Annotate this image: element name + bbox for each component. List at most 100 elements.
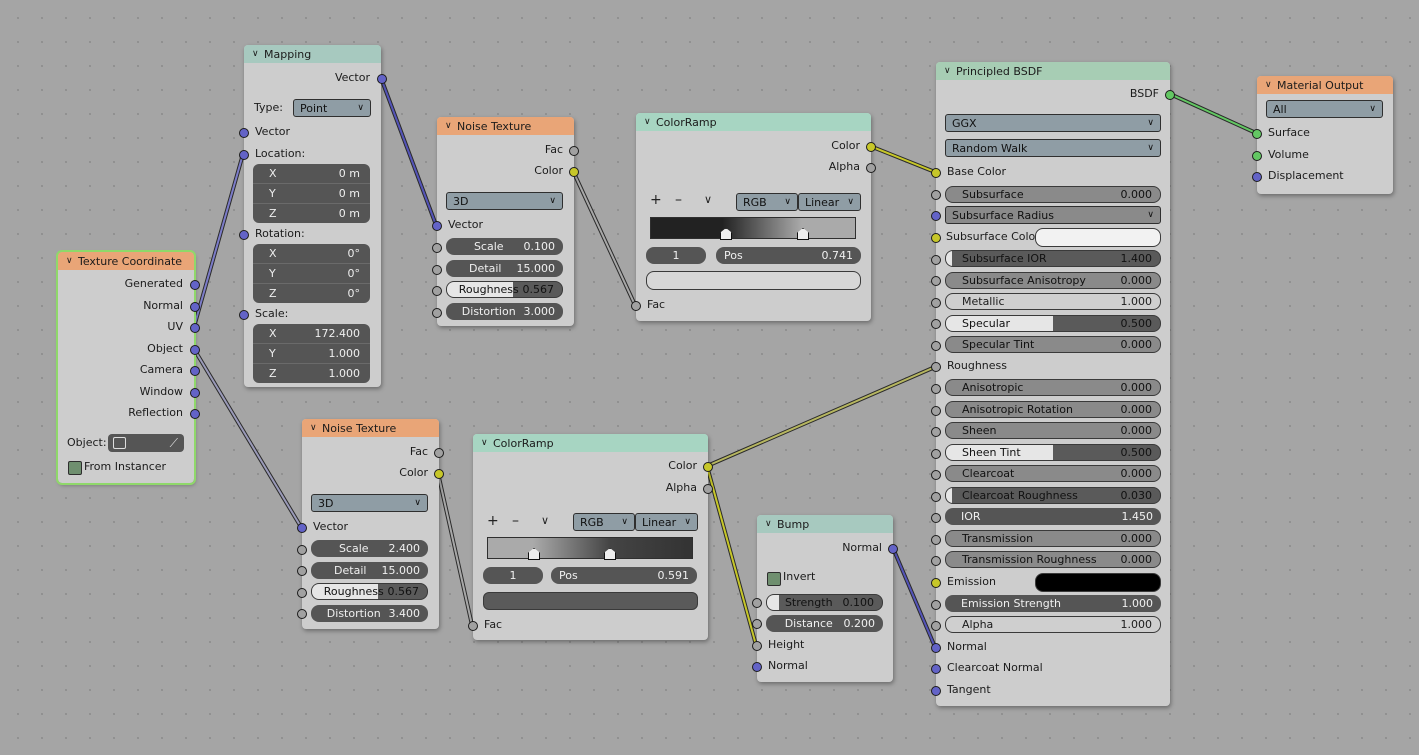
socket-bsdf-out[interactable] <box>1165 90 1175 100</box>
roughness-field[interactable]: Roughness 0.567 <box>446 281 563 298</box>
socket-tangent[interactable] <box>931 686 941 696</box>
socket-noise1-fac[interactable] <box>569 146 579 156</box>
socket-noise1-detail[interactable] <box>432 265 442 275</box>
rotation-z[interactable]: Z 0° <box>253 284 370 303</box>
socket-anisotropic[interactable] <box>931 384 941 394</box>
socket-noise2-color[interactable] <box>434 469 444 479</box>
active-stop-index[interactable]: 1 <box>646 247 706 264</box>
strength-field[interactable]: Strength 0.100 <box>766 594 883 611</box>
rotation-fields[interactable]: X 0° Y 0° Z 0° <box>253 244 370 303</box>
ramp-menu-chevron-icon[interactable]: ∨ <box>704 193 712 206</box>
remove-stop-icon[interactable]: – <box>512 513 519 529</box>
socket-noise1-scale[interactable] <box>432 243 442 253</box>
stop-position-field[interactable]: Pos 0.591 <box>551 567 697 584</box>
socket-emission[interactable] <box>931 578 941 588</box>
socket-displacement[interactable] <box>1252 172 1262 182</box>
subsurface-radius-select[interactable]: Subsurface Radius ∨ <box>945 206 1161 224</box>
socket-bump-strength[interactable] <box>752 598 762 608</box>
socket-transmission-roughness[interactable] <box>931 556 941 566</box>
color-ramp-gradient[interactable] <box>650 217 856 240</box>
colorramp-node-2[interactable]: ∨ ColorRamp Color Alpha + – ∨ RGB ∨ Linear… <box>473 434 708 640</box>
eyedropper-icon[interactable]: ⟋ <box>170 436 178 451</box>
transmission-field[interactable]: Transmission 0.000 <box>945 530 1161 547</box>
socket-noise1-distortion[interactable] <box>432 308 442 318</box>
socket-noise2-scale[interactable] <box>297 545 307 555</box>
socket-subsurface-color[interactable] <box>931 233 941 243</box>
socket-bump-normal-out[interactable] <box>888 544 898 554</box>
invert-checkbox[interactable] <box>767 572 781 586</box>
socket-alpha[interactable] <box>931 621 941 631</box>
location-x[interactable]: X0 m <box>253 164 370 184</box>
dimensions-select[interactable]: 3D ∨ <box>446 192 563 210</box>
socket-uv[interactable] <box>190 323 200 333</box>
location-fields[interactable]: X0 m Y0 m Z0 m <box>253 164 370 223</box>
socket-base-color[interactable] <box>931 168 941 178</box>
active-stop-index[interactable]: 1 <box>483 567 543 584</box>
socket-clearcoat[interactable] <box>931 470 941 480</box>
mapping-node[interactable]: ∨ Mapping Vector Type: Point ∨ Vector Loca… <box>244 45 381 387</box>
anisotropic-field[interactable]: Anisotropic 0.000 <box>945 379 1161 396</box>
socket-ramp2-color[interactable] <box>703 462 713 472</box>
rotation-y[interactable]: Y 0° <box>253 264 370 284</box>
sheen-field[interactable]: Sheen 0.000 <box>945 422 1161 439</box>
stop-color-swatch[interactable] <box>646 271 861 290</box>
subsurface-field[interactable]: Subsurface 0.000 <box>945 186 1161 203</box>
add-stop-icon[interactable]: + <box>650 192 662 208</box>
socket-ramp1-color[interactable] <box>866 142 876 152</box>
distribution-select[interactable]: GGX ∨ <box>945 114 1161 132</box>
roughness-field[interactable]: Roughness 0.567 <box>311 583 428 600</box>
socket-noise1-color[interactable] <box>569 167 579 177</box>
scale-y[interactable]: Y 1.000 <box>253 344 370 364</box>
socket-bump-normal-in[interactable] <box>752 662 762 672</box>
collapse-chevron-icon[interactable]: ∨ <box>66 256 78 266</box>
socket-bump-distance[interactable] <box>752 619 762 629</box>
socket-noise2-distortion[interactable] <box>297 609 307 619</box>
clearcoat-roughness-field[interactable]: Clearcoat Roughness 0.030 <box>945 487 1161 504</box>
socket-reflection[interactable] <box>190 409 200 419</box>
noise-texture-node-2[interactable]: ∨ Noise Texture Fac Color 3D ∨ Vector Scal… <box>302 419 439 629</box>
location-y[interactable]: Y0 m <box>253 184 370 204</box>
collapse-chevron-icon[interactable]: ∨ <box>765 519 777 529</box>
detail-field[interactable]: Detail 15.000 <box>446 260 563 277</box>
socket-mapping-vector[interactable] <box>239 128 249 138</box>
from-instancer-checkbox[interactable] <box>68 461 82 475</box>
remove-stop-icon[interactable]: – <box>675 192 682 208</box>
ior-field[interactable]: IOR 1.450 <box>945 508 1161 525</box>
socket-noise1-vector[interactable] <box>432 221 442 231</box>
collapse-chevron-icon[interactable]: ∨ <box>1265 80 1277 90</box>
color-mode-select[interactable]: RGB ∨ <box>573 513 635 531</box>
socket-noise2-fac[interactable] <box>434 448 444 458</box>
socket-specular-tint[interactable] <box>931 341 941 351</box>
socket-clearcoat-roughness[interactable] <box>931 492 941 502</box>
socket-mapping-scale[interactable] <box>239 310 249 320</box>
socket-ramp1-fac[interactable] <box>631 301 641 311</box>
subsurface-ior-field[interactable]: Subsurface IOR 1.400 <box>945 250 1161 267</box>
subsurface-method-select[interactable]: Random Walk ∨ <box>945 139 1161 157</box>
collapse-chevron-icon[interactable]: ∨ <box>644 117 656 127</box>
subsurface-anisotropy-field[interactable]: Subsurface Anisotropy 0.000 <box>945 272 1161 289</box>
socket-anisotropic-rotation[interactable] <box>931 406 941 416</box>
sheen-tint-field[interactable]: Sheen Tint 0.500 <box>945 444 1161 461</box>
socket-camera[interactable] <box>190 366 200 376</box>
node-header[interactable]: ∨ ColorRamp <box>473 434 708 452</box>
detail-field[interactable]: Detail 15.000 <box>311 562 428 579</box>
target-select[interactable]: All ∨ <box>1266 100 1383 118</box>
anisotropic-rotation-field[interactable]: Anisotropic Rotation 0.000 <box>945 401 1161 418</box>
scale-fields[interactable]: X 172.400 Y 1.000 Z 1.000 <box>253 324 370 383</box>
node-header[interactable]: ∨ Bump <box>757 515 893 533</box>
socket-metallic[interactable] <box>931 298 941 308</box>
socket-normal[interactable] <box>931 643 941 653</box>
distance-field[interactable]: Distance 0.200 <box>766 615 883 632</box>
node-header[interactable]: ∨ Material Output <box>1257 76 1393 94</box>
socket-ramp2-fac[interactable] <box>468 621 478 631</box>
socket-mapping-rotation[interactable] <box>239 230 249 240</box>
socket-ior[interactable] <box>931 513 941 523</box>
socket-noise2-roughness[interactable] <box>297 588 307 598</box>
socket-sheen[interactable] <box>931 427 941 437</box>
socket-sheen-tint[interactable] <box>931 449 941 459</box>
collapse-chevron-icon[interactable]: ∨ <box>481 438 493 448</box>
mapping-type-select[interactable]: Point ∨ <box>293 99 371 117</box>
color-stop-0[interactable] <box>720 228 732 240</box>
alpha-field[interactable]: Alpha 1.000 <box>945 616 1161 633</box>
socket-window[interactable] <box>190 388 200 398</box>
